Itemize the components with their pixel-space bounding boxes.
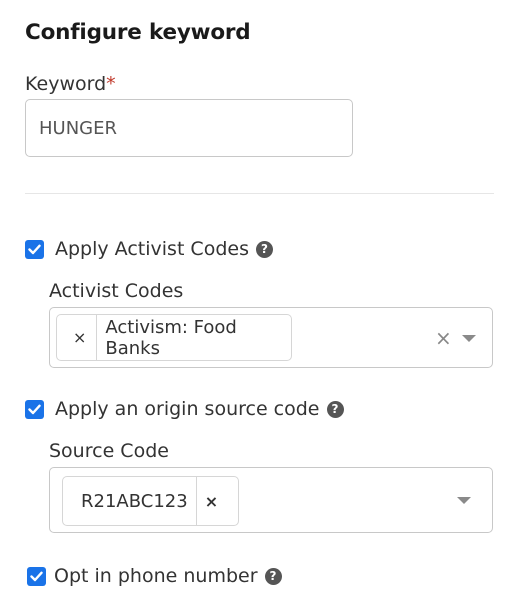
opt-in-phone-label: Opt in phone number (54, 565, 258, 587)
apply-activist-codes-checkbox[interactable] (25, 239, 44, 259)
apply-source-code-row: Apply an origin source code ? (25, 398, 344, 420)
checkmark-icon (30, 571, 43, 581)
help-icon[interactable]: ? (255, 240, 273, 258)
section-divider (25, 193, 494, 194)
apply-activist-codes-row: Apply Activist Codes ? (25, 238, 273, 260)
source-code-tag: R21ABC123 × (62, 476, 239, 526)
required-mark: * (106, 73, 116, 95)
help-icon[interactable]: ? (326, 400, 344, 418)
source-code-select[interactable]: R21ABC123 × (49, 467, 493, 533)
apply-source-code-label: Apply an origin source code (55, 398, 320, 420)
activist-codes-label: Activist Codes (49, 280, 184, 302)
opt-in-phone-checkbox[interactable] (27, 566, 46, 586)
keyword-label-text: Keyword (25, 73, 107, 95)
clear-selection-icon[interactable]: × (435, 326, 452, 350)
remove-tag-icon[interactable]: × (73, 328, 86, 347)
chevron-down-icon[interactable] (462, 335, 476, 342)
remove-tag-icon[interactable]: × (205, 492, 218, 511)
activist-codes-select[interactable]: × Activism: Food Banks × (49, 307, 493, 368)
activist-code-tag: × Activism: Food Banks (56, 314, 292, 361)
source-code-tag-label: R21ABC123 (81, 490, 188, 512)
source-code-label: Source Code (49, 440, 169, 462)
keyword-label: Keyword* (25, 73, 116, 95)
activist-code-tag-label: Activism: Food Banks (105, 316, 237, 359)
apply-activist-codes-label: Apply Activist Codes (55, 238, 249, 260)
checkmark-icon (28, 244, 41, 254)
keyword-input[interactable] (25, 99, 353, 157)
help-icon[interactable]: ? (264, 567, 282, 585)
tag-separator (96, 315, 98, 360)
checkmark-icon (28, 404, 41, 414)
tag-separator (195, 477, 197, 525)
apply-source-code-checkbox[interactable] (25, 399, 44, 419)
chevron-down-icon[interactable] (457, 497, 471, 504)
page-title: Configure keyword (25, 20, 251, 45)
opt-in-phone-row: Opt in phone number ? (27, 565, 282, 587)
